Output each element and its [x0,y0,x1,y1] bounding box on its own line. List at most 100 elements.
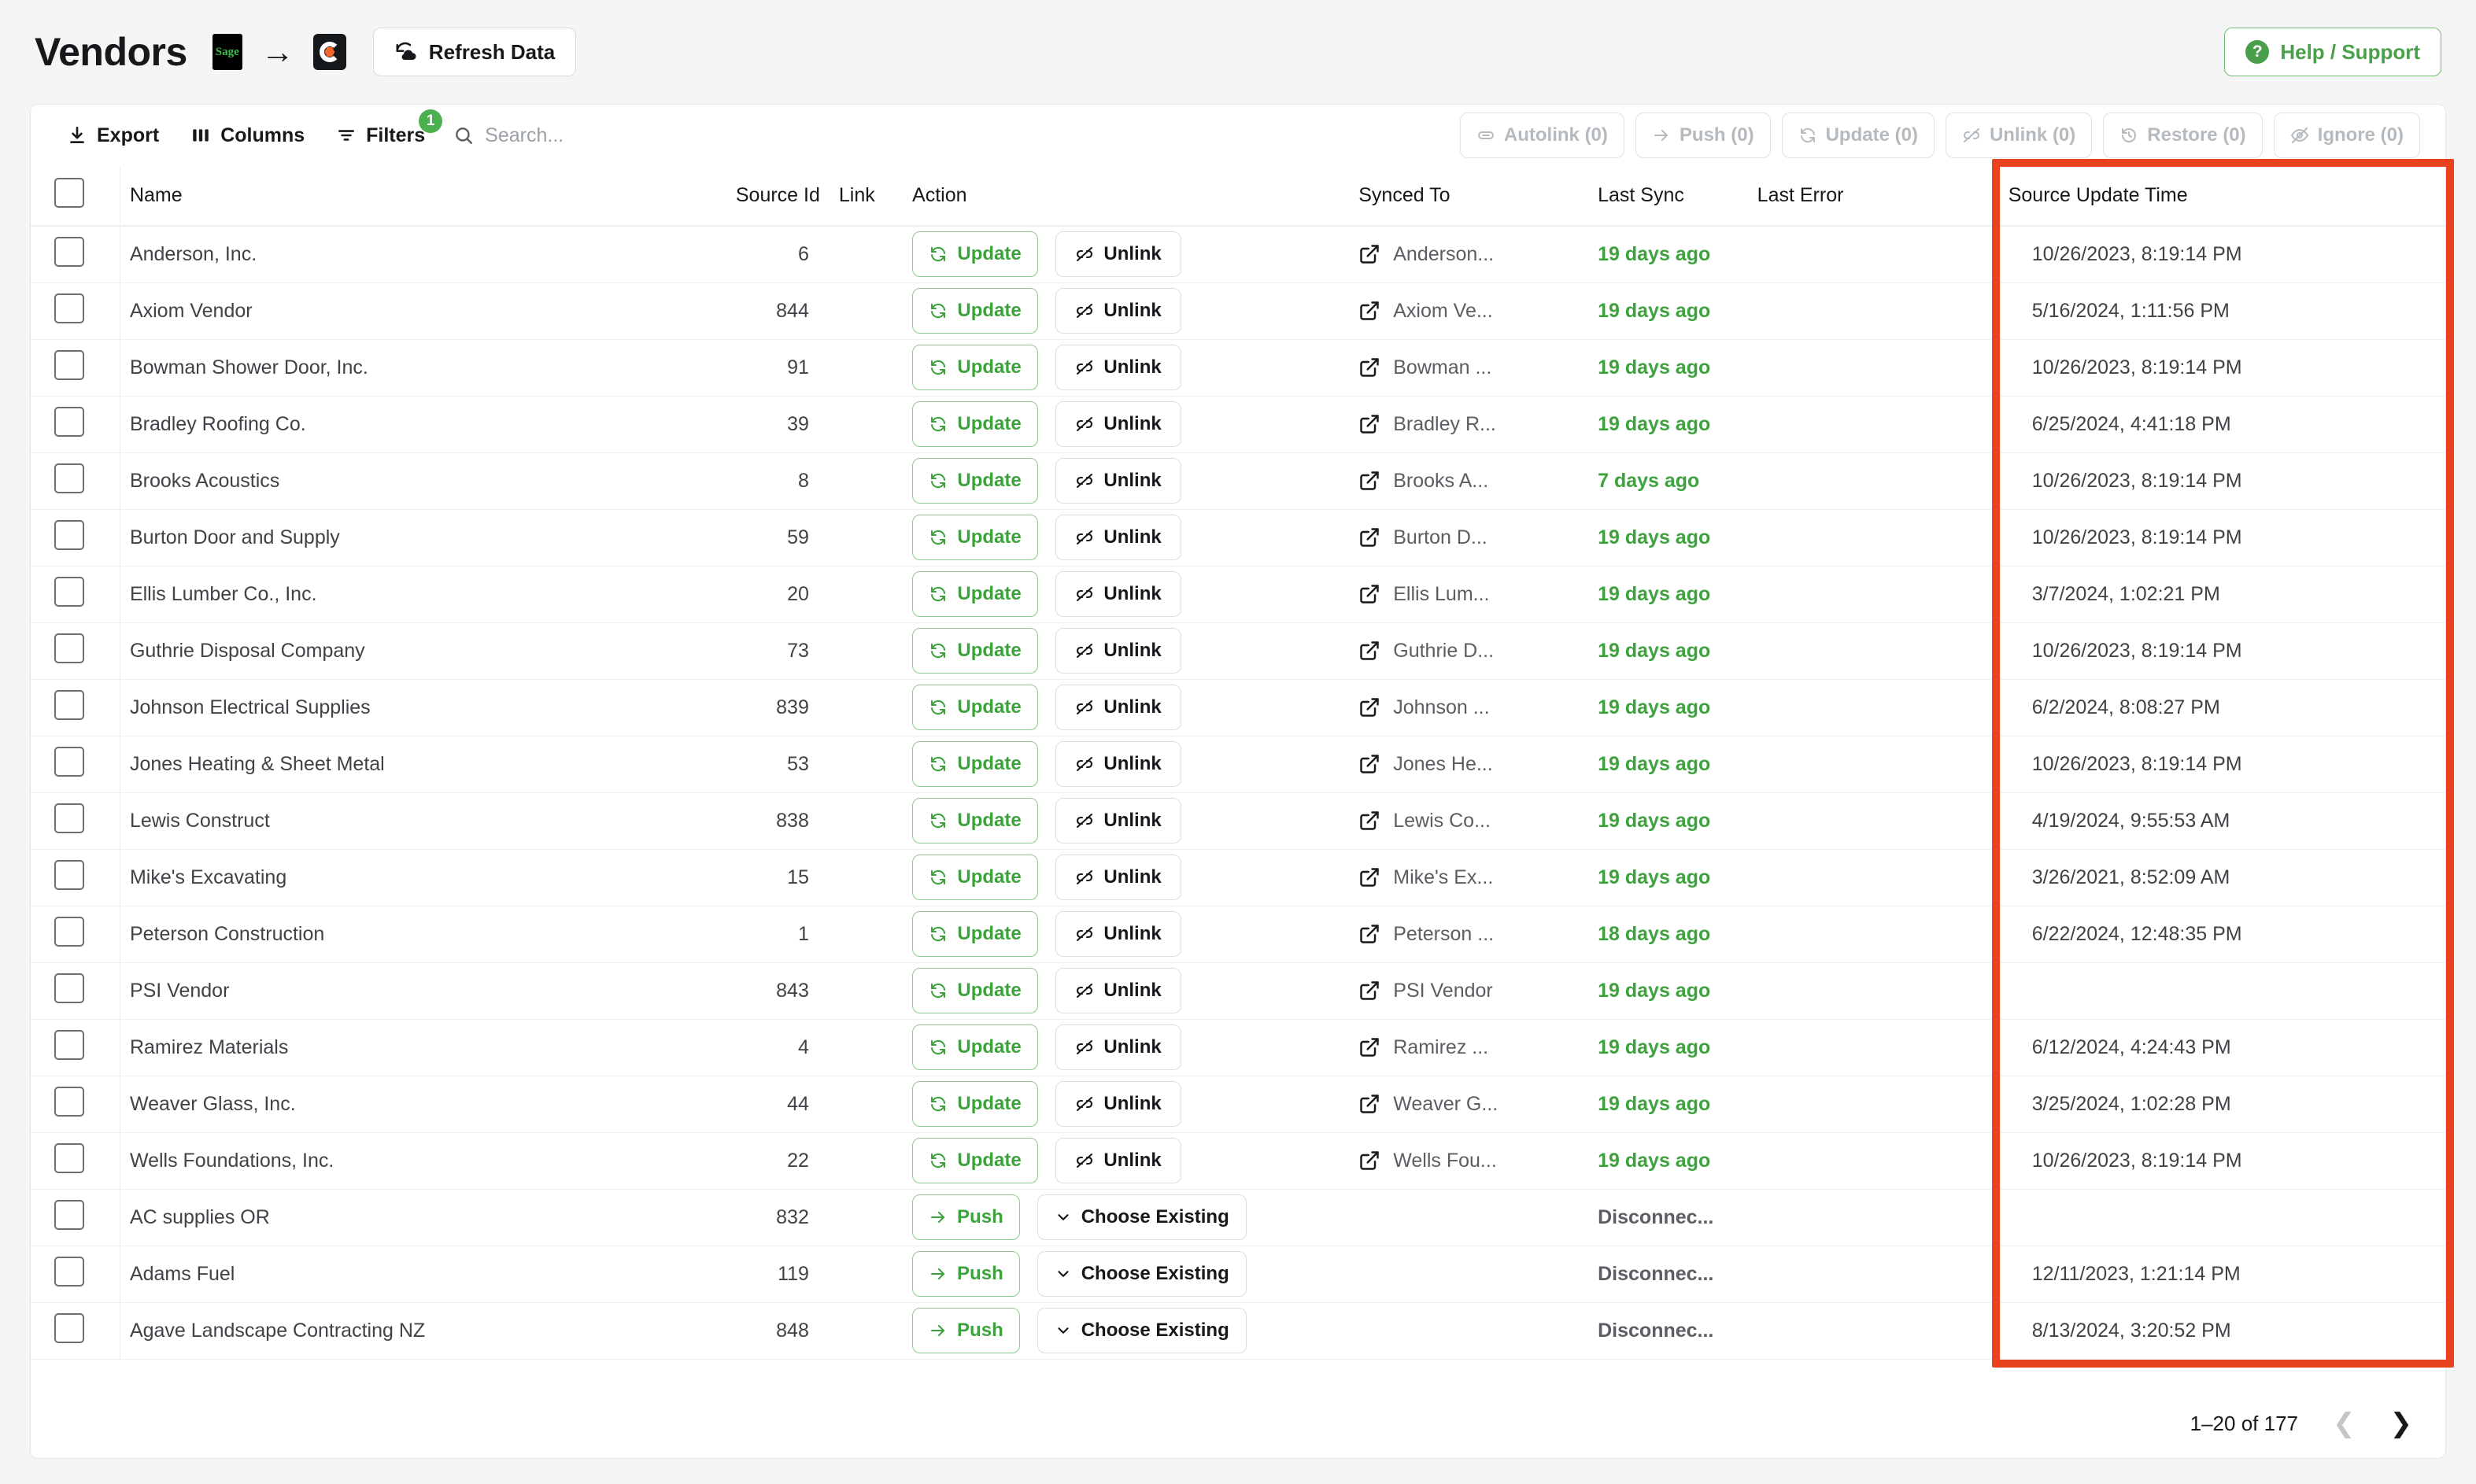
unlink-button[interactable]: Unlink [1055,911,1182,957]
synced-to-name[interactable]: Axiom Ve... [1393,300,1492,323]
external-link-icon[interactable] [1358,356,1380,378]
update-button[interactable]: Update [912,1138,1039,1183]
synced-to-name[interactable]: Anderson... [1393,243,1494,266]
column-header-source-id[interactable]: Source Id [701,166,830,227]
update-button[interactable]: Update [912,911,1039,957]
table-row[interactable]: Agave Landscape Contracting NZ 848 Push Cho… [31,1302,2445,1360]
update-button[interactable]: Update [912,345,1039,390]
row-checkbox[interactable] [54,236,84,267]
update-button[interactable]: Update [912,628,1039,674]
update-button[interactable]: Update [912,458,1039,504]
update-button[interactable]: Update [912,515,1039,560]
update-button[interactable]: Update [912,741,1039,787]
unlink-button[interactable]: Unlink [1055,515,1182,560]
unlink-button[interactable]: Unlink [1055,458,1182,504]
refresh-data-button[interactable]: Refresh Data [372,28,577,76]
update-button[interactable]: Update [912,855,1039,900]
external-link-icon[interactable] [1358,753,1380,775]
column-header-last-sync[interactable]: Last Sync [1588,166,1748,227]
unlink-bulk-button[interactable]: Unlink (0) [1945,113,2093,158]
row-checkbox[interactable] [54,973,84,1003]
synced-to-name[interactable]: Mike's Ex... [1393,866,1493,889]
search-input[interactable] [485,124,722,147]
select-all-checkbox[interactable] [54,178,84,208]
export-button[interactable]: Export [51,114,175,157]
synced-to-name[interactable]: PSI Vendor [1393,980,1492,1002]
unlink-button[interactable]: Unlink [1055,968,1182,1013]
table-row[interactable]: Brooks Acoustics 8 Update Unlink Brooks A...… [31,452,2445,510]
table-row[interactable]: Guthrie Disposal Company 73 Update Unlink Gu… [31,622,2445,680]
row-checkbox[interactable] [54,349,84,380]
row-checkbox[interactable] [54,859,84,890]
synced-to-name[interactable]: Bowman ... [1393,356,1491,379]
update-bulk-button[interactable]: Update (0) [1781,113,1935,158]
choose-existing-button[interactable]: Choose Existing [1037,1194,1247,1240]
synced-to-name[interactable]: Guthrie D... [1393,640,1494,663]
update-button[interactable]: Update [912,288,1039,334]
unlink-button[interactable]: Unlink [1055,798,1182,844]
row-checkbox[interactable] [54,916,84,947]
external-link-icon[interactable] [1358,866,1380,888]
table-row[interactable]: AC supplies OR 832 Push Choose Existing Disc… [31,1189,2445,1246]
search-box[interactable] [453,124,722,147]
synced-to-name[interactable]: Jones He... [1393,753,1492,776]
synced-to-name[interactable]: Ellis Lum... [1393,583,1489,606]
unlink-button[interactable]: Unlink [1055,1138,1182,1183]
unlink-button[interactable]: Unlink [1055,628,1182,674]
row-checkbox[interactable] [54,406,84,437]
update-button[interactable]: Update [912,798,1039,844]
columns-button[interactable]: Columns [175,114,320,157]
external-link-icon[interactable] [1358,470,1380,492]
row-checkbox[interactable] [54,746,84,777]
row-checkbox[interactable] [54,1029,84,1060]
row-checkbox[interactable] [54,1312,84,1343]
table-row[interactable]: PSI Vendor 843 Update Unlink PSI Vendor 19 da… [31,962,2445,1020]
column-header-name[interactable]: Name [119,166,702,227]
table-row[interactable]: Weaver Glass, Inc. 44 Update Unlink Weaver G… [31,1076,2445,1133]
external-link-icon[interactable] [1358,923,1380,945]
synced-to-name[interactable]: Lewis Co... [1393,810,1491,832]
synced-to-name[interactable]: Wells Fou... [1393,1150,1497,1172]
row-checkbox[interactable] [54,576,84,607]
table-row[interactable]: Ellis Lumber Co., Inc. 20 Update Unlink Elli… [31,566,2445,623]
synced-to-name[interactable]: Weaver G... [1393,1093,1498,1116]
update-button[interactable]: Update [912,401,1039,447]
chevron-left-icon[interactable]: ❮ [2333,1410,2356,1437]
synced-to-name[interactable]: Johnson ... [1393,696,1489,719]
synced-to-name[interactable]: Ramirez ... [1393,1036,1488,1059]
push-button[interactable]: Push [912,1251,1020,1297]
external-link-icon[interactable] [1358,413,1380,435]
choose-existing-button[interactable]: Choose Existing [1037,1308,1247,1353]
update-button[interactable]: Update [912,1024,1039,1070]
help-support-button[interactable]: ? Help / Support [2224,28,2441,76]
synced-to-name[interactable]: Peterson ... [1393,923,1494,946]
table-row[interactable]: Bradley Roofing Co. 39 Update Unlink Bradley… [31,396,2445,453]
unlink-button[interactable]: Unlink [1055,855,1182,900]
table-row[interactable]: Mike's Excavating 15 Update Unlink Mike's Ex… [31,849,2445,906]
push-button[interactable]: Push [912,1194,1020,1240]
row-checkbox[interactable] [54,519,84,550]
update-button[interactable]: Update [912,968,1039,1013]
external-link-icon[interactable] [1358,696,1380,718]
row-checkbox[interactable] [54,1256,84,1287]
unlink-button[interactable]: Unlink [1055,345,1182,390]
external-link-icon[interactable] [1358,1150,1380,1172]
restore-bulk-button[interactable]: Restore (0) [2103,113,2263,158]
update-button[interactable]: Update [912,1081,1039,1127]
table-row[interactable]: Ramirez Materials 4 Update Unlink Ramirez ..… [31,1019,2445,1076]
row-checkbox[interactable] [54,633,84,663]
external-link-icon[interactable] [1358,980,1380,1002]
unlink-button[interactable]: Unlink [1055,231,1182,278]
unlink-button[interactable]: Unlink [1055,685,1182,730]
synced-to-name[interactable]: Burton D... [1393,526,1487,549]
update-button[interactable]: Update [912,685,1039,730]
synced-to-name[interactable]: Bradley R... [1393,413,1496,436]
table-row[interactable]: Johnson Electrical Supplies 839 Update Unli… [31,679,2445,736]
external-link-icon[interactable] [1358,526,1380,548]
external-link-icon[interactable] [1358,640,1380,662]
column-header-source-update-time[interactable]: Source Update Time [1998,166,2445,227]
synced-to-name[interactable]: Brooks A... [1393,470,1488,493]
table-row[interactable]: Bowman Shower Door, Inc. 91 Update Unlink Bo… [31,339,2445,397]
row-checkbox[interactable] [54,293,84,323]
unlink-button[interactable]: Unlink [1055,741,1182,787]
